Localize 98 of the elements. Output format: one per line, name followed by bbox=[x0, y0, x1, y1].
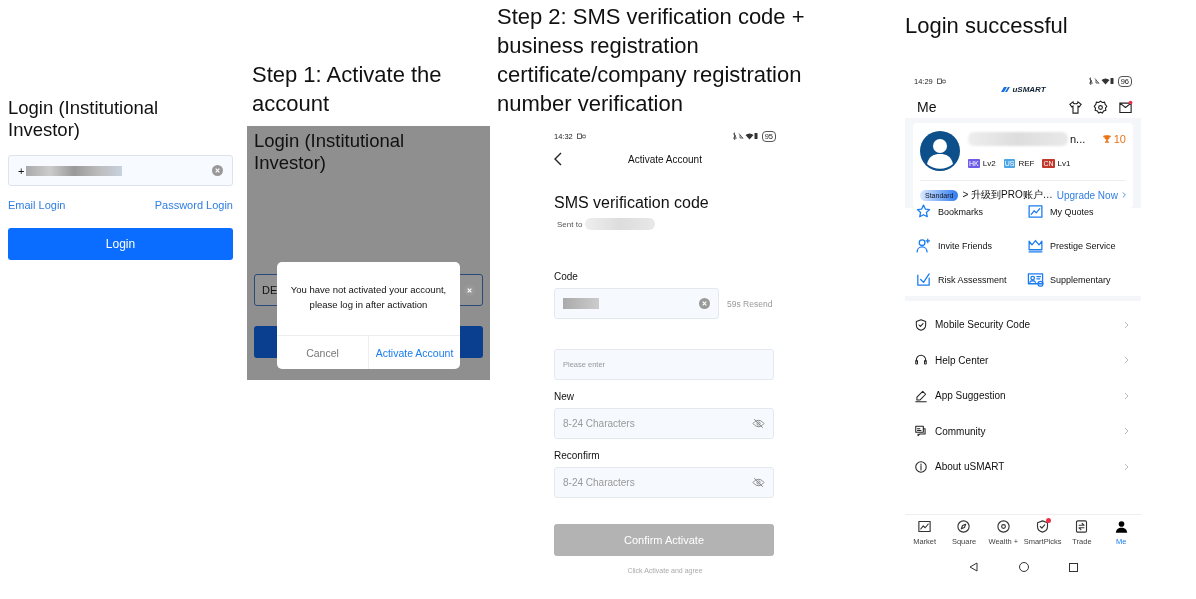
swap-icon bbox=[1074, 519, 1090, 534]
menu-item[interactable]: Mobile Security Code bbox=[905, 307, 1141, 343]
crown-icon bbox=[1027, 237, 1044, 254]
shield-check-icon bbox=[914, 317, 928, 332]
eye-off-icon[interactable] bbox=[752, 417, 765, 430]
clear-icon[interactable] bbox=[699, 298, 710, 309]
points-count: 10 bbox=[1113, 133, 1126, 145]
clear-icon[interactable] bbox=[212, 165, 223, 176]
field-placeholder: 8-24 Characters bbox=[563, 477, 636, 488]
menu-item[interactable]: Community bbox=[905, 413, 1141, 449]
page-title: Me bbox=[917, 99, 938, 115]
id-card-icon bbox=[1027, 271, 1044, 288]
page-title: Login (Institutional Investor) bbox=[8, 97, 160, 141]
shield-check-icon bbox=[1035, 519, 1051, 534]
headset-icon bbox=[914, 353, 928, 368]
field-value: DE bbox=[262, 284, 278, 296]
shortcut-item[interactable]: Risk Assessment bbox=[915, 271, 1027, 288]
chevron-icon bbox=[1124, 391, 1129, 400]
status-icons-drawing bbox=[576, 132, 586, 140]
compass-icon bbox=[956, 519, 972, 534]
login-link[interactable]: Email Login bbox=[8, 199, 66, 211]
menu-label: Community bbox=[935, 425, 987, 437]
dialog-message: You have not activated your account, please log in after activation bbox=[289, 283, 448, 312]
chevron-icon bbox=[1121, 191, 1126, 199]
redacted-code bbox=[563, 298, 599, 309]
phone-field[interactable]: + bbox=[8, 155, 233, 186]
eye-off-icon[interactable] bbox=[752, 476, 765, 489]
menu-label: Help Center bbox=[935, 354, 990, 366]
shortcut-label: Bookmarks bbox=[938, 206, 983, 217]
chevron-icon bbox=[1124, 320, 1129, 329]
field-placeholder: 8-24 Characters bbox=[563, 418, 636, 429]
step-caption: Step 2: SMS verification code + business registration certificate/company registration number verification bbox=[497, 3, 806, 118]
screen-title: Activate Account bbox=[627, 153, 703, 165]
upgrade-link[interactable]: Upgrade Now bbox=[1056, 189, 1118, 201]
avatar-icon bbox=[920, 131, 960, 171]
section-heading: SMS verification code bbox=[554, 194, 710, 212]
mail-icon[interactable] bbox=[1118, 99, 1133, 115]
chevron-icon bbox=[1124, 427, 1129, 436]
redacted-number bbox=[585, 218, 656, 230]
menu-item[interactable]: Help Center bbox=[905, 342, 1141, 378]
shortcut-item[interactable]: My Quotes bbox=[1027, 203, 1139, 220]
info-icon bbox=[914, 459, 928, 474]
shortcut-item[interactable]: Bookmarks bbox=[915, 203, 1027, 220]
checkbox-icon bbox=[915, 271, 932, 288]
market-level: REF bbox=[1018, 159, 1035, 168]
settings-icon[interactable] bbox=[1093, 99, 1108, 115]
app-logo: uSMART bbox=[1012, 84, 1046, 94]
chat-icon bbox=[914, 424, 928, 439]
ring-icon bbox=[995, 519, 1011, 534]
login-link[interactable]: Password Login bbox=[154, 199, 233, 211]
menu-label: App Suggestion bbox=[935, 390, 1007, 402]
menu-item[interactable]: App Suggestion bbox=[905, 378, 1141, 414]
activate-button[interactable]: Activate Account bbox=[368, 336, 460, 369]
home-icon[interactable] bbox=[1018, 562, 1029, 572]
upgrade-promo: > 升级到PRO账户… bbox=[962, 188, 1053, 202]
field-label: Code bbox=[554, 271, 579, 282]
menu-item[interactable]: About uSMART bbox=[905, 449, 1141, 485]
back-icon[interactable] bbox=[553, 152, 563, 166]
step-caption: Login successful bbox=[905, 12, 1069, 40]
back-icon[interactable] bbox=[968, 562, 979, 572]
shortcut-label: Risk Assessment bbox=[938, 274, 1007, 285]
chart-icon bbox=[1027, 203, 1044, 220]
code-field[interactable] bbox=[554, 288, 719, 319]
pen-icon bbox=[914, 388, 928, 403]
chevron-icon bbox=[1124, 462, 1129, 471]
login-button[interactable]: Login bbox=[8, 228, 233, 260]
chart-icon bbox=[917, 519, 933, 534]
trophy-icon bbox=[1101, 134, 1112, 144]
market-level: Lv1 bbox=[1057, 159, 1071, 168]
shortcut-label: Prestige Service bbox=[1050, 240, 1116, 251]
shirt-icon[interactable] bbox=[1068, 99, 1083, 115]
market-level: Lv2 bbox=[982, 159, 996, 168]
cancel-button[interactable]: Cancel bbox=[277, 336, 368, 369]
person-icon bbox=[1113, 519, 1129, 534]
clear-icon[interactable] bbox=[464, 284, 475, 296]
shortcut-label: My Quotes bbox=[1050, 206, 1094, 217]
status-icons-drawing bbox=[936, 77, 946, 85]
shortcut-label: Supplementary bbox=[1050, 274, 1111, 285]
star-icon bbox=[915, 203, 932, 220]
status-icons-drawing bbox=[1087, 77, 1114, 85]
sent-to-label: Sent to bbox=[557, 219, 583, 229]
field-label: New bbox=[554, 391, 575, 402]
status-icons-drawing bbox=[731, 132, 758, 140]
menu-label: About uSMART bbox=[935, 461, 1006, 473]
field-label: Reconfirm bbox=[554, 450, 601, 461]
user-name: n... bbox=[1070, 133, 1086, 145]
logo-icon bbox=[1000, 85, 1011, 93]
phone-prefix: + bbox=[18, 164, 25, 177]
shortcut-item[interactable]: Supplementary bbox=[1027, 271, 1139, 288]
shortcut-item[interactable]: Prestige Service bbox=[1027, 237, 1139, 254]
shortcut-item[interactable]: Invite Friends bbox=[915, 237, 1027, 254]
recents-icon[interactable] bbox=[1068, 562, 1078, 572]
page-title: Login (Institutional Investor) bbox=[253, 129, 406, 174]
chevron-icon bbox=[1124, 356, 1129, 365]
step-caption: Step 1: Activate the account bbox=[252, 61, 443, 118]
menu-label: Mobile Security Code bbox=[935, 319, 1032, 331]
add-person-icon bbox=[915, 237, 932, 254]
shortcut-label: Invite Friends bbox=[938, 240, 993, 251]
